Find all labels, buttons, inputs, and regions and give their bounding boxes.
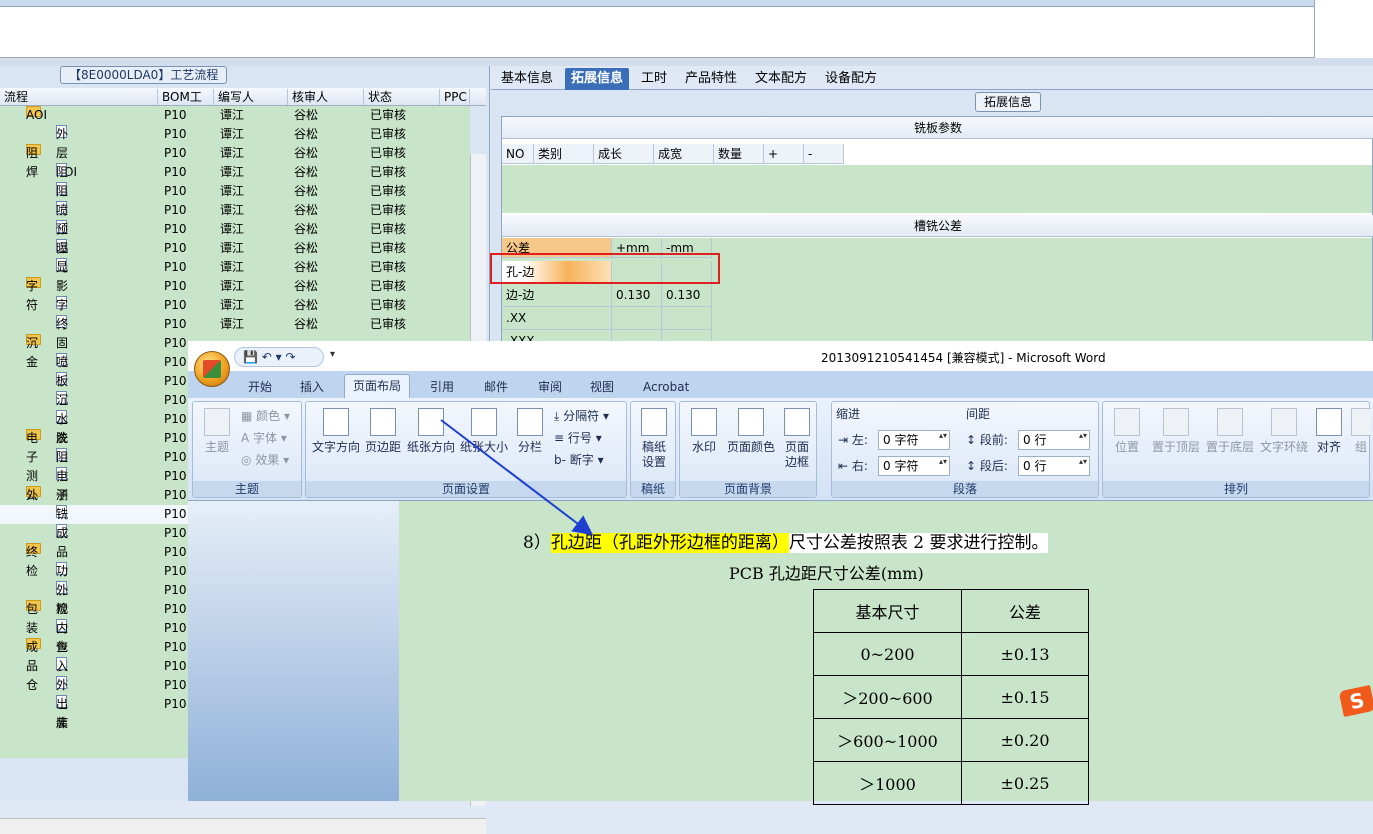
annotation-arrow bbox=[440, 419, 594, 536]
office-button-icon[interactable] bbox=[194, 351, 230, 387]
tree-horizontal-scrollbar[interactable] bbox=[0, 818, 486, 834]
